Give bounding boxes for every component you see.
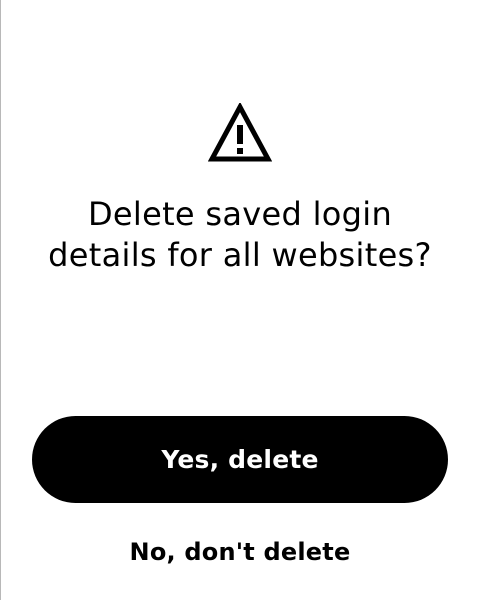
- warning-triangle-icon: [208, 103, 272, 162]
- no-dont-delete-button[interactable]: No, don't delete: [110, 530, 370, 574]
- dialog-title: Delete saved login details for all websi…: [48, 195, 432, 274]
- yes-delete-button[interactable]: Yes, delete: [32, 416, 448, 503]
- delete-login-details-dialog: Delete saved login details for all websi…: [0, 0, 480, 600]
